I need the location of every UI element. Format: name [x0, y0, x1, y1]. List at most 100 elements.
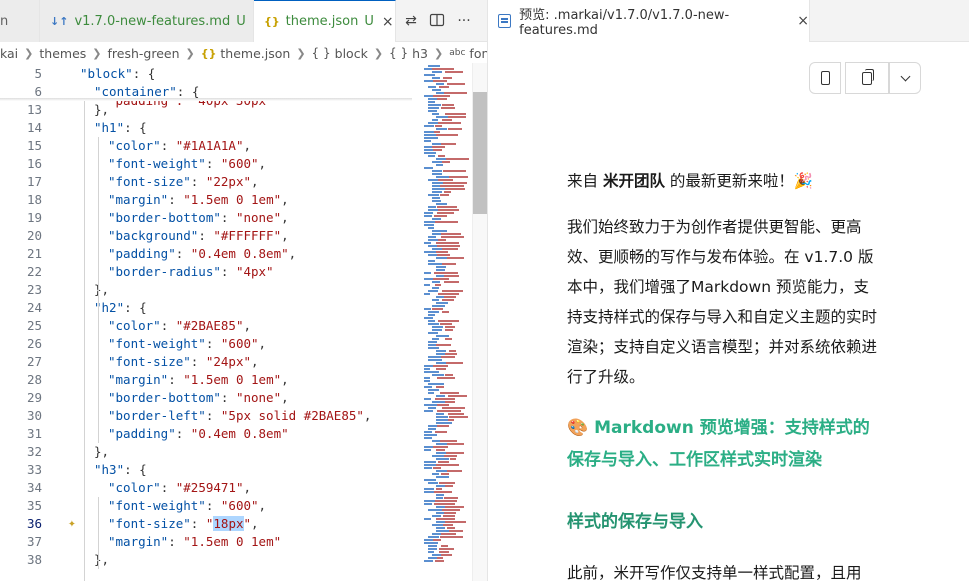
- code-line[interactable]: 36 ✦ "font-size": "18px",: [0, 515, 412, 533]
- code-line[interactable]: 25 "color": "#2BAE85",: [0, 317, 412, 335]
- code-line[interactable]: 34 "color": "#259471",: [0, 479, 412, 497]
- minimap-line: [428, 104, 441, 106]
- code-line[interactable]: 17 "font-size": "22px",: [0, 173, 412, 191]
- code-line[interactable]: 31 "padding": "0.4em 0.8em": [0, 425, 412, 443]
- close-icon[interactable]: ×: [797, 13, 809, 29]
- code-line[interactable]: 28 "margin": "1.5em 0 1em",: [0, 371, 412, 389]
- minimap-line: [432, 68, 455, 70]
- json-colon: :: [205, 336, 221, 351]
- json-key: "border-radius": [108, 264, 221, 279]
- code-line[interactable]: 33 "h3": {: [0, 461, 412, 479]
- code-editor[interactable]: "padding": "40px 30px"5"block": {6"conta…: [0, 63, 412, 581]
- minimap-line: [446, 158, 469, 160]
- minimap-line: [424, 542, 438, 544]
- tab-theme-json[interactable]: {} theme.json U ×: [254, 0, 396, 42]
- code-line[interactable]: 27 "font-size": "24px",: [0, 353, 412, 371]
- minimap-line: [437, 206, 457, 208]
- tab-new-features-md[interactable]: ↓↑ v1.7.0-new-features.md U: [40, 0, 254, 42]
- code-line[interactable]: 14 "h1": {: [0, 119, 412, 137]
- git-compare-icon[interactable]: ⇄: [402, 12, 420, 30]
- scrollbar-thumb[interactable]: [473, 92, 487, 214]
- minimap-line: [428, 101, 435, 103]
- json-key: "block": [80, 66, 133, 81]
- tab-preview[interactable]: 预览: .markai/v1.7.0/v1.7.0-new-features.m…: [488, 0, 810, 42]
- code-line[interactable]: 24 "h2": {: [0, 299, 412, 317]
- code-line[interactable]: 37 "margin": "1.5em 0 1em": [0, 533, 412, 551]
- tab-label: theme.json: [285, 14, 359, 29]
- json-key: "border-left": [108, 408, 206, 423]
- code-line[interactable]: 26 "font-weight": "600",: [0, 335, 412, 353]
- minimap-line: [436, 416, 448, 418]
- minimap-line: [424, 368, 431, 370]
- code-line[interactable]: 29 "border-bottom": "none",: [0, 389, 412, 407]
- minimap-line: [440, 473, 450, 475]
- view-options-dropdown[interactable]: [889, 62, 921, 94]
- close-icon[interactable]: ×: [382, 14, 394, 30]
- minimap-line: [441, 311, 450, 313]
- code-line[interactable]: 5 "block": {: [0, 65, 412, 83]
- breadcrumb-item[interactable]: h3: [412, 46, 428, 61]
- breadcrumb-item[interactable]: block: [335, 46, 368, 61]
- more-actions-icon[interactable]: ···: [455, 12, 473, 30]
- json-key: "color": [108, 318, 161, 333]
- code-text: "padding": "0.4em 0.8em",: [108, 245, 296, 263]
- json-colon: :: [220, 264, 236, 279]
- code-line[interactable]: 13},: [0, 101, 412, 119]
- minimap-line: [444, 191, 452, 193]
- minimap-line: [424, 386, 433, 388]
- breadcrumb-item[interactable]: theme.json: [220, 46, 290, 61]
- code-line[interactable]: 15 "color": "#1A1A1A",: [0, 137, 412, 155]
- minimap-line: [428, 407, 437, 409]
- line-number: 37: [26, 534, 42, 549]
- code-line[interactable]: 20 "background": "#FFFFFF",: [0, 227, 412, 245]
- split-editor-icon[interactable]: [428, 12, 446, 30]
- code-line[interactable]: 32},: [0, 443, 412, 461]
- minimap-line: [424, 152, 437, 154]
- line-number: 5: [34, 66, 42, 81]
- minimap-line: [445, 401, 456, 403]
- code-line[interactable]: 22 "border-radius": "4px": [0, 263, 412, 281]
- breadcrumb-item[interactable]: kai: [0, 46, 18, 61]
- minimap-line: [434, 560, 444, 562]
- json-key: "h1": [94, 120, 125, 135]
- minimap-line: [432, 473, 439, 475]
- code-line[interactable]: 38},: [0, 551, 412, 569]
- mobile-view-button[interactable]: [809, 62, 841, 94]
- minimap-line: [444, 188, 465, 190]
- code-line[interactable]: 19 "border-bottom": "none",: [0, 209, 412, 227]
- minimap-line: [441, 104, 454, 106]
- minimap-line: [432, 515, 442, 517]
- intro-prefix: 来自: [567, 172, 603, 190]
- minimap[interactable]: [420, 63, 475, 581]
- breadcrumb-item[interactable]: themes: [39, 46, 86, 61]
- code-line[interactable]: 21 "padding": "0.4em 0.8em",: [0, 245, 412, 263]
- minimap-line: [442, 119, 452, 121]
- code-text: "color": "#259471",: [108, 479, 251, 497]
- json-colon: :: [168, 372, 184, 387]
- code-line[interactable]: 16 "font-weight": "600",: [0, 155, 412, 173]
- code-line[interactable]: 35 "font-weight": "600",: [0, 497, 412, 515]
- code-line[interactable]: 23},: [0, 281, 412, 299]
- tab-truncated[interactable]: n: [0, 0, 40, 42]
- minimap-line: [435, 368, 447, 370]
- minimap-line: [424, 317, 434, 319]
- minimap-line: [436, 344, 452, 346]
- minimap-line: [434, 491, 453, 493]
- minimap-line: [433, 446, 449, 448]
- code-line[interactable]: 30 "border-left": "5px solid #2BAE85",: [0, 407, 412, 425]
- minimap-line: [448, 116, 466, 118]
- json-colon: :: [190, 174, 206, 189]
- object-icon: { }: [389, 46, 409, 60]
- minimap-line: [447, 527, 455, 529]
- code-line[interactable]: 18 "margin": "1.5em 0 1em",: [0, 191, 412, 209]
- breadcrumb-item[interactable]: font-size: [469, 46, 487, 61]
- code-text: "border-bottom": "none",: [108, 389, 289, 407]
- json-colon: :: [205, 498, 221, 513]
- section-heading-h3: 样式的保存与导入: [567, 512, 703, 532]
- section-heading-h2: 🎨 Markdown 预览增强：支持样式的保存与导入、工作区样式实时渲染: [567, 418, 870, 470]
- json-key: "color": [108, 138, 161, 153]
- tablet-view-button[interactable]: [845, 62, 889, 94]
- breadcrumb-item[interactable]: fresh-green: [108, 46, 180, 61]
- minimap-line: [444, 275, 459, 277]
- minimap-line: [444, 521, 467, 523]
